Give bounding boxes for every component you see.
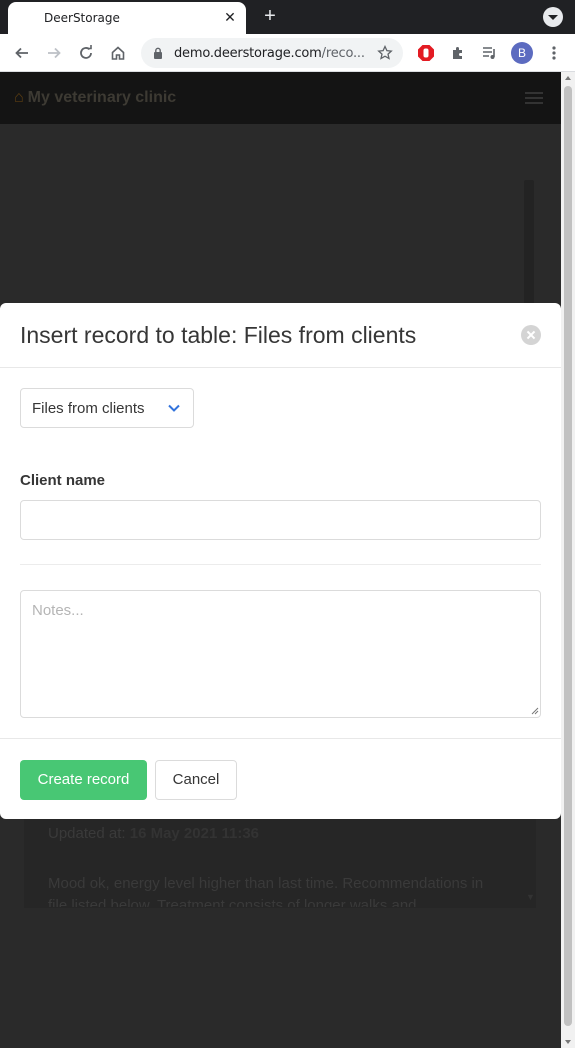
modal-title: Insert record to table: Files from clien… <box>20 322 417 348</box>
reload-button[interactable] <box>74 41 98 65</box>
tab-title: DeerStorage <box>44 11 120 25</box>
page-scrollbar[interactable] <box>561 72 575 1048</box>
url-path: /reco... <box>321 46 365 61</box>
back-button[interactable] <box>10 41 34 65</box>
stop-hand-icon <box>418 45 434 61</box>
lock-icon <box>154 47 162 59</box>
cancel-button[interactable]: Cancel <box>155 760 237 800</box>
arrow-right-icon <box>48 47 61 59</box>
home-icon <box>111 46 125 60</box>
table-selector-dropdown[interactable]: Files from clients <box>20 388 194 428</box>
url-text: demo.deerstorage.com/reco... <box>174 46 365 61</box>
adblock-extension-button[interactable] <box>414 41 438 65</box>
arrow-left-icon <box>15 47 28 59</box>
new-tab-button[interactable]: + <box>258 5 282 29</box>
brand[interactable]: ⌂ My veterinary clinic <box>14 89 176 107</box>
updated-label: Updated at: <box>48 825 126 842</box>
star-icon[interactable] <box>377 45 393 61</box>
browser-tab[interactable]: DeerStorage ✕ <box>8 2 246 34</box>
extensions-button[interactable] <box>446 41 470 65</box>
close-icon[interactable]: ✕ <box>222 9 238 25</box>
puzzle-icon <box>453 47 462 59</box>
notes-textarea[interactable] <box>20 590 541 718</box>
address-bar[interactable]: demo.deerstorage.com/reco... <box>141 38 403 68</box>
updated-at: Updated at: 16 May 2021 11:36 <box>48 825 259 842</box>
tab-search-icon[interactable] <box>543 7 563 27</box>
more-vertical-icon <box>552 46 556 60</box>
url-host: demo.deerstorage.com <box>174 46 322 61</box>
browser-toolbar: demo.deerstorage.com/reco... B <box>0 34 575 72</box>
app-navbar: ⌂ My veterinary clinic <box>0 72 561 124</box>
browser-menu-button[interactable] <box>542 41 566 65</box>
updated-value: 16 May 2021 11:36 <box>129 825 260 842</box>
media-controls-button[interactable] <box>478 41 502 65</box>
insert-record-modal: Insert record to table: Files from clien… <box>0 303 561 819</box>
profile-avatar[interactable]: B <box>511 42 533 64</box>
brand-label: My veterinary clinic <box>27 89 177 106</box>
client-name-input[interactable] <box>20 500 541 540</box>
record-notes-preview: Mood ok, energy level higher than last t… <box>48 875 484 907</box>
scroll-down-icon[interactable] <box>565 1040 571 1044</box>
chevron-down-icon: ▼ <box>526 892 535 902</box>
create-record-button[interactable]: Create record <box>20 760 147 800</box>
reload-icon <box>80 45 92 59</box>
scrollbar-thumb[interactable] <box>564 86 572 1026</box>
resize-handle-icon[interactable] <box>531 707 539 715</box>
table-selector-label: Files from clients <box>32 400 145 417</box>
modal-footer: Create record Cancel <box>0 738 561 819</box>
modal-header: Insert record to table: Files from clien… <box>0 303 561 368</box>
forward-button[interactable] <box>42 41 66 65</box>
chevron-down-icon <box>168 404 180 412</box>
client-name-label: Client name <box>20 472 106 489</box>
close-icon[interactable] <box>521 325 541 345</box>
browser-tab-strip: DeerStorage ✕ + <box>0 0 575 34</box>
scroll-up-icon[interactable] <box>565 76 571 80</box>
divider <box>20 564 541 565</box>
home-button[interactable] <box>106 41 130 65</box>
hamburger-icon[interactable] <box>525 92 543 104</box>
playlist-icon <box>483 47 495 59</box>
home-icon: ⌂ <box>14 89 24 106</box>
